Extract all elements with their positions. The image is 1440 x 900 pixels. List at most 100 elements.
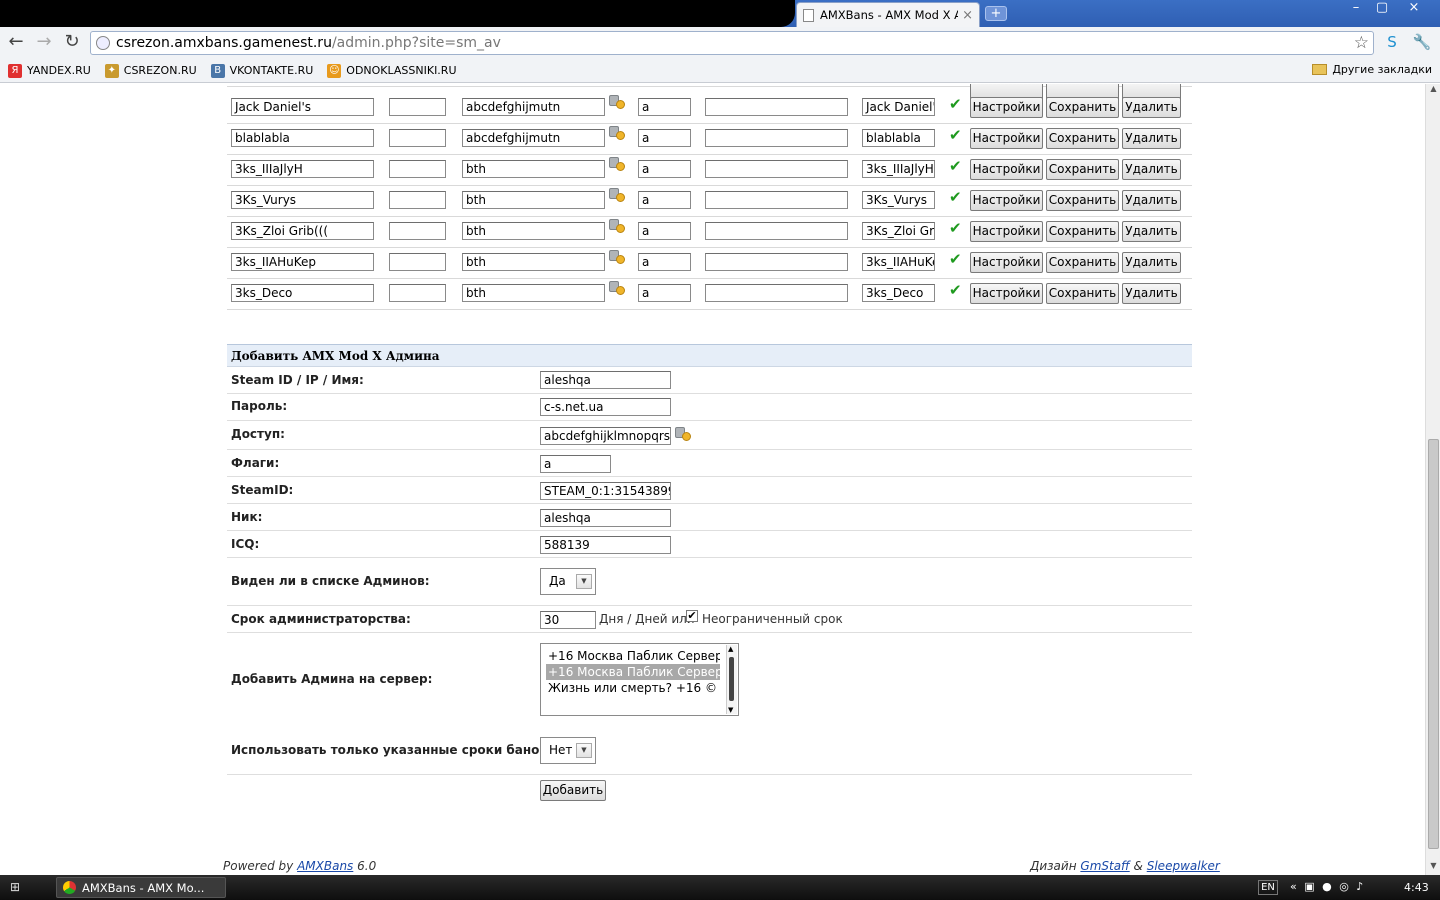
back-arrow-icon[interactable]: ← bbox=[2, 31, 30, 52]
scroll-down-icon[interactable]: ▼ bbox=[1426, 861, 1440, 875]
admin-nick-input[interactable]: Jack Daniel's bbox=[862, 98, 935, 116]
steam-ip-name-input[interactable]: aleshqa bbox=[540, 371, 671, 389]
admin-nick-input[interactable]: blablabla bbox=[862, 129, 935, 147]
scroll-up-icon[interactable]: ▲ bbox=[1426, 84, 1440, 98]
admin-access-input[interactable]: bth bbox=[462, 222, 605, 240]
taskbar-window-button[interactable]: AMXBans - AMX Mo... bbox=[56, 877, 226, 898]
admin-name-input[interactable]: 3ks_Deco bbox=[231, 284, 374, 302]
new-tab-button[interactable]: + bbox=[985, 6, 1007, 21]
bookmark-csrezon[interactable]: ✦ CSREZON.RU bbox=[104, 63, 197, 78]
bookmark-odnoklassniki[interactable]: ☺ ODNOKLASSNIKI.RU bbox=[327, 63, 457, 78]
admin-password-input[interactable] bbox=[389, 284, 446, 302]
delete-button[interactable]: Удалить bbox=[1122, 159, 1181, 180]
save-button[interactable]: Сохранить bbox=[1046, 252, 1119, 273]
reload-icon[interactable]: ↻ bbox=[58, 31, 86, 52]
admin-password-input[interactable] bbox=[389, 222, 446, 240]
admin-name-input[interactable]: 3ks_IIAHuKep bbox=[231, 253, 374, 271]
term-days-input[interactable]: 30 bbox=[540, 611, 596, 629]
admin-flags-input[interactable]: a bbox=[638, 129, 691, 147]
amxbans-link[interactable]: AMXBans bbox=[297, 859, 353, 873]
clock[interactable]: 4:43 bbox=[1404, 881, 1429, 894]
admin-flags-input[interactable]: a bbox=[638, 222, 691, 240]
scrollbar-thumb[interactable] bbox=[1428, 439, 1439, 849]
steamid-input[interactable]: STEAM_0:1:31543899 bbox=[540, 482, 671, 500]
admin-password-input[interactable] bbox=[389, 160, 446, 178]
minimize-button[interactable]: – bbox=[1343, 0, 1369, 17]
admin-steamid-input[interactable] bbox=[705, 129, 848, 147]
admin-steamid-input[interactable] bbox=[705, 160, 848, 178]
close-window-button[interactable]: × bbox=[1401, 0, 1427, 17]
scroll-up-icon[interactable]: ▲ bbox=[728, 645, 733, 653]
access-input[interactable]: abcdefghijklmnopqrstu bbox=[540, 427, 671, 445]
admin-password-input[interactable] bbox=[389, 98, 446, 116]
bookmark-yandex[interactable]: Я YANDEX.RU bbox=[8, 63, 91, 78]
listbox-scrollbar[interactable]: ▲ ▼ bbox=[726, 645, 737, 714]
save-button[interactable]: Сохранить bbox=[1046, 190, 1119, 211]
flags-input[interactable]: a bbox=[540, 455, 611, 473]
admin-nick-input[interactable]: 3ks_Deco bbox=[862, 284, 935, 302]
admin-password-input[interactable] bbox=[389, 129, 446, 147]
wrench-icon[interactable]: 🔧 bbox=[1412, 33, 1432, 53]
delete-button[interactable]: Удалить bbox=[1122, 252, 1181, 273]
save-button[interactable]: Сохранить bbox=[1046, 159, 1119, 180]
admin-access-input[interactable]: abcdefghijmutn bbox=[462, 98, 605, 116]
admin-nick-input[interactable]: 3ks_IIAHuKep bbox=[862, 253, 935, 271]
access-picker-icon[interactable] bbox=[609, 188, 625, 202]
save-button[interactable]: Сохранить bbox=[1046, 97, 1119, 118]
nick-input[interactable]: aleshqa bbox=[540, 509, 671, 527]
admin-flags-input[interactable]: a bbox=[638, 98, 691, 116]
page-scrollbar[interactable]: ▲ ▼ bbox=[1425, 84, 1440, 875]
start-menu-icon[interactable]: ⊞ bbox=[0, 875, 30, 900]
admin-access-input[interactable]: abcdefghijmutn bbox=[462, 129, 605, 147]
server-option[interactable]: Жизнь или смерть? +16 © bbox=[546, 680, 720, 696]
delete-button[interactable]: Удалить bbox=[1122, 97, 1181, 118]
admin-access-input[interactable]: bth bbox=[462, 191, 605, 209]
server-option[interactable]: +16 Москва Паблик Сервер © bbox=[546, 648, 720, 664]
visible-select[interactable]: Да ▼ bbox=[540, 568, 596, 595]
access-picker-icon[interactable] bbox=[609, 95, 625, 109]
access-picker-icon[interactable] bbox=[609, 219, 625, 233]
admin-steamid-input[interactable] bbox=[705, 222, 848, 240]
admin-name-input[interactable]: blablabla bbox=[231, 129, 374, 147]
admin-steamid-input[interactable] bbox=[705, 98, 848, 116]
server-option-selected[interactable]: +16 Москва Паблик Сервер © bbox=[546, 664, 720, 680]
access-picker-icon[interactable] bbox=[609, 281, 625, 295]
bookmark-star-icon[interactable]: ☆ bbox=[1354, 33, 1369, 53]
access-picker-icon[interactable] bbox=[609, 126, 625, 140]
access-picker-icon[interactable] bbox=[609, 157, 625, 171]
access-picker-icon[interactable] bbox=[675, 427, 691, 441]
forward-arrow-icon[interactable]: → bbox=[30, 31, 58, 52]
admin-password-input[interactable] bbox=[389, 191, 446, 209]
password-input[interactable]: c-s.net.ua bbox=[540, 398, 671, 416]
scroll-down-icon[interactable]: ▼ bbox=[728, 706, 733, 714]
server-multiselect[interactable]: +16 Москва Паблик Сервер © +16 Москва Па… bbox=[540, 643, 739, 716]
admin-flags-input[interactable]: a bbox=[638, 284, 691, 302]
address-bar[interactable]: csrezon.amxbans.gamenest.ru/admin.php?si… bbox=[90, 31, 1374, 55]
admin-flags-input[interactable]: a bbox=[638, 160, 691, 178]
system-tray[interactable]: « ▣ ● ◎ ♪ bbox=[1290, 880, 1365, 893]
settings-button[interactable]: Настройки bbox=[970, 283, 1043, 304]
skype-icon[interactable]: S bbox=[1382, 33, 1402, 53]
language-indicator[interactable]: EN bbox=[1258, 880, 1278, 895]
admin-access-input[interactable]: bth bbox=[462, 160, 605, 178]
settings-button[interactable]: Настройки bbox=[970, 97, 1043, 118]
delete-button[interactable]: Удалить bbox=[1122, 190, 1181, 211]
delete-button[interactable]: Удалить bbox=[1122, 128, 1181, 149]
admin-name-input[interactable]: 3Ks_Zloi Grib((( bbox=[231, 222, 374, 240]
admin-flags-input[interactable]: a bbox=[638, 253, 691, 271]
admin-nick-input[interactable]: 3Ks_Zloi Grib((( bbox=[862, 222, 935, 240]
admin-nick-input[interactable]: 3ks_IIIaJlyH bbox=[862, 160, 935, 178]
admin-name-input[interactable]: 3ks_IIIaJlyH bbox=[231, 160, 374, 178]
add-admin-button[interactable]: Добавить bbox=[540, 780, 606, 801]
save-button[interactable]: Сохранить bbox=[1046, 283, 1119, 304]
save-button[interactable]: Сохранить bbox=[1046, 128, 1119, 149]
unlimited-checkbox[interactable]: ✔ bbox=[686, 610, 698, 622]
icq-input[interactable]: 588139 bbox=[540, 536, 671, 554]
tab-amxbans[interactable]: AMXBans - AMX Mod X Ад... × bbox=[796, 2, 980, 27]
admin-nick-input[interactable]: 3Ks_Vurys bbox=[862, 191, 935, 209]
settings-button[interactable]: Настройки bbox=[970, 190, 1043, 211]
ban-terms-select[interactable]: Нет ▼ bbox=[540, 737, 596, 764]
admin-access-input[interactable]: bth bbox=[462, 284, 605, 302]
settings-button[interactable]: Настройки bbox=[970, 159, 1043, 180]
delete-button[interactable]: Удалить bbox=[1122, 283, 1181, 304]
